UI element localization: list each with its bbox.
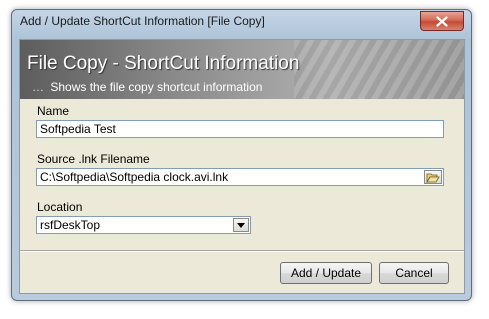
footer-separator [20, 250, 464, 252]
chevron-down-icon [237, 222, 245, 228]
banner-subtitle-text: Shows the file copy shortcut information [50, 80, 263, 94]
location-select[interactable]: rsfDeskTop [36, 216, 251, 234]
banner-subtitle: … Shows the file copy shortcut informati… [32, 80, 262, 94]
window-title: Add / Update ShortCut Information [File … [20, 14, 265, 28]
source-filename-field[interactable]: C:\Softpedia\Softpedia clock.avi.lnk [36, 168, 444, 186]
location-select-value: rsfDeskTop [40, 218, 101, 232]
header-banner: File Copy - ShortCut Information … Shows… [20, 40, 464, 99]
dialog-window: Add / Update ShortCut Information [File … [11, 9, 472, 301]
browse-button[interactable] [424, 170, 442, 184]
dropdown-button[interactable] [233, 218, 249, 232]
name-field-value: Softpedia Test [40, 122, 116, 136]
cancel-button[interactable]: Cancel [379, 262, 449, 284]
name-field[interactable]: Softpedia Test [36, 120, 444, 138]
name-label: Name [37, 104, 70, 118]
close-button[interactable] [420, 11, 464, 31]
source-field-value: C:\Softpedia\Softpedia clock.avi.lnk [40, 170, 229, 184]
add-update-button[interactable]: Add / Update [280, 262, 372, 284]
banner-decoration [294, 40, 464, 99]
folder-open-icon [426, 173, 440, 183]
source-label: Source .lnk Filename [37, 152, 150, 166]
banner-title: File Copy - ShortCut Information [27, 53, 300, 74]
dialog-body: File Copy - ShortCut Information … Shows… [19, 39, 465, 294]
banner-subtitle-prefix: … [32, 80, 45, 94]
location-label: Location [37, 200, 83, 214]
close-icon [436, 15, 448, 27]
